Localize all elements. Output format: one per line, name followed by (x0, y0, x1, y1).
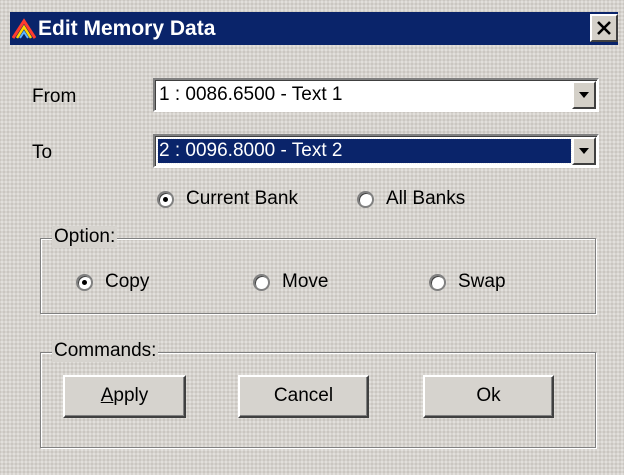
radio-button[interactable] (253, 273, 270, 291)
ok-button[interactable]: Ok (423, 375, 554, 418)
radio-copy[interactable]: Copy (76, 271, 149, 293)
radio-label: Move (282, 271, 329, 292)
from-value: 1 : 0086.6500 - Text 1 (159, 84, 343, 105)
radio-label: Copy (105, 271, 150, 292)
radio-label: All Banks (386, 188, 466, 209)
radio-button[interactable] (357, 190, 374, 208)
from-label: From (32, 86, 77, 107)
radio-move[interactable]: Move (253, 271, 328, 293)
apply-button[interactable]: Apply (63, 375, 186, 418)
cancel-label: Cancel (273, 385, 334, 406)
to-combobox[interactable]: 2 : 0096.8000 - Text 2 (153, 134, 599, 168)
window-title: Edit Memory Data (38, 17, 216, 40)
radio-label: Swap (458, 271, 506, 292)
option-group-title: Option: (52, 226, 118, 248)
to-value: 2 : 0096.8000 - Text 2 (157, 138, 572, 164)
edit-memory-dialog: Edit Memory Data From 1 : 0086.6500 - Te… (0, 0, 624, 475)
radio-button[interactable] (157, 190, 174, 208)
to-dropdown-button[interactable] (572, 137, 596, 165)
title-bar[interactable]: Edit Memory Data (10, 12, 618, 45)
close-button[interactable] (590, 14, 618, 42)
cancel-button[interactable]: Cancel (238, 375, 369, 418)
apply-mnemonic: A (100, 385, 114, 406)
from-dropdown-button[interactable] (572, 81, 596, 109)
radio-current-bank[interactable]: Current Bank (157, 188, 298, 210)
chevron-down-icon (579, 148, 589, 154)
to-label: To (32, 142, 53, 163)
apply-label: pply (113, 385, 149, 406)
radio-button[interactable] (429, 273, 446, 291)
radio-button[interactable] (76, 273, 93, 291)
from-combobox[interactable]: 1 : 0086.6500 - Text 1 (153, 78, 599, 112)
radio-all-banks[interactable]: All Banks (357, 188, 465, 210)
mountain-peaks-icon (12, 18, 36, 39)
ok-label: Ok (476, 385, 501, 406)
radio-swap[interactable]: Swap (429, 271, 506, 293)
chevron-down-icon (579, 92, 589, 98)
commands-group-title: Commands: (52, 340, 159, 362)
radio-label: Current Bank (186, 188, 298, 209)
close-icon (597, 21, 611, 35)
